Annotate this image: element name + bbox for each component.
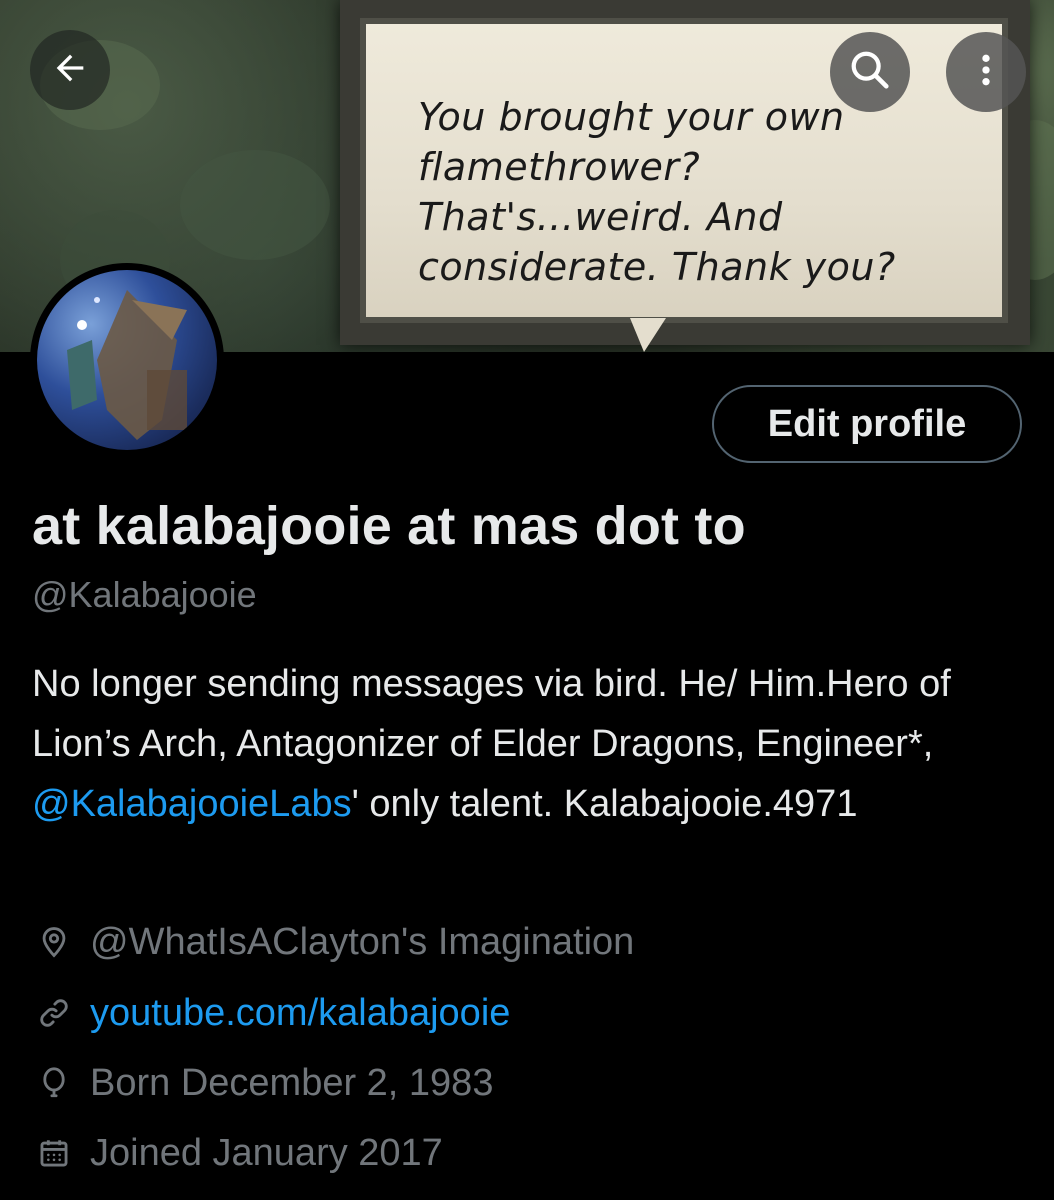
back-button[interactable] — [30, 30, 110, 110]
website-link[interactable]: youtube.com/kalabajooie — [90, 992, 510, 1035]
search-button[interactable] — [830, 32, 910, 112]
more-options-button[interactable] — [946, 32, 1026, 112]
sign-speech-tail — [630, 318, 666, 352]
bio-text-end: ' only talent. Kalabajooie.4971 — [351, 783, 858, 825]
search-icon — [847, 47, 893, 98]
balloon-icon — [32, 1061, 76, 1105]
bio-mention-link[interactable]: @KalabajooieLabs — [32, 783, 352, 825]
website-row: youtube.com/kalabajooie — [32, 991, 510, 1035]
arrow-left-icon — [50, 48, 90, 93]
location-row: @WhatIsAClayton's Imagination — [32, 920, 634, 964]
link-icon — [32, 991, 76, 1035]
banner-foliage — [180, 150, 330, 260]
joined-text: Joined January 2017 — [90, 1131, 443, 1174]
birthday-text: Born December 2, 1983 — [90, 1061, 494, 1104]
display-name: at kalabajooie at mas dot to — [32, 496, 746, 556]
edit-profile-button[interactable]: Edit profile — [712, 385, 1022, 463]
avatar-image — [37, 270, 217, 450]
birthday-row: Born December 2, 1983 — [32, 1061, 493, 1105]
calendar-icon — [32, 1131, 76, 1175]
more-vertical-icon — [966, 50, 1006, 95]
bio: No longer sending messages via bird. He/… — [32, 654, 1022, 834]
bio-text: No longer sending messages via bird. He/… — [32, 663, 951, 765]
location-text: @WhatIsAClayton's Imagination — [90, 920, 635, 963]
handle: @Kalabajooie — [32, 574, 257, 615]
banner-caption: You brought your own flamethrower? That'… — [418, 95, 896, 289]
joined-row: Joined January 2017 — [32, 1131, 443, 1175]
location-pin-icon — [32, 920, 76, 964]
avatar[interactable] — [30, 263, 224, 457]
